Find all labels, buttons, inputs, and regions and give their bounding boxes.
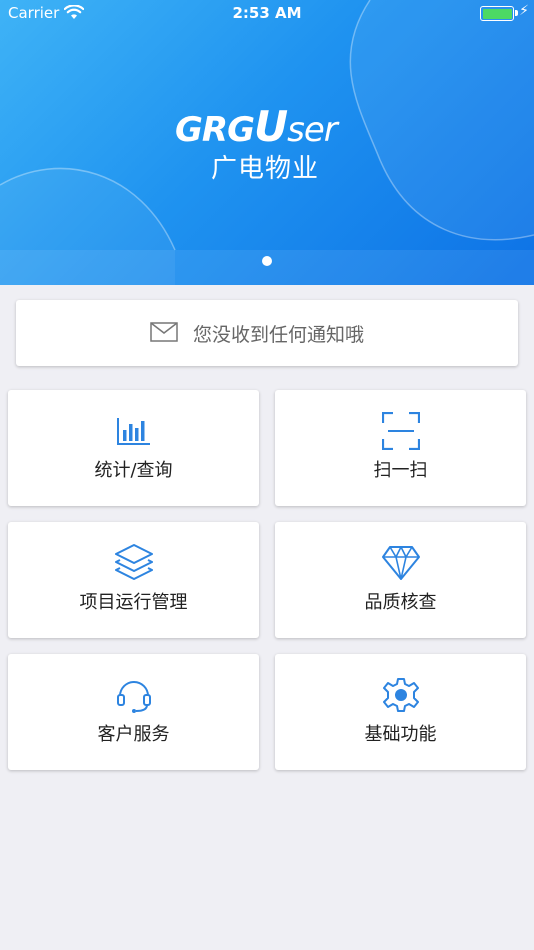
menu-item-statistics[interactable]: 统计/查询 [8,390,259,506]
mail-icon [150,322,178,346]
scan-icon [275,410,526,452]
logo-wordmark: GRGUser [175,102,338,151]
status-bar: Carrier 2:53 AM ⚡ [0,0,534,26]
menu-item-quality-check[interactable]: 品质核查 [275,522,526,638]
menu-item-label: 统计/查询 [94,460,173,481]
page-indicator-dot[interactable] [262,256,272,266]
layers-icon [8,542,259,584]
menu-item-label: 基础功能 [364,724,437,745]
menu-item-basic-functions[interactable]: 基础功能 [275,654,526,770]
menu-item-scan[interactable]: 扫一扫 [275,390,526,506]
notification-text: 您没收到任何通知哦 [193,324,365,346]
menu-item-label: 项目运行管理 [79,592,188,613]
menu-item-project-management[interactable]: 项目运行管理 [8,522,259,638]
menu-item-customer-service[interactable]: 客户服务 [8,654,259,770]
grg-user-logo: GRGUser 广电物业 [175,102,365,184]
company-name: 广电物业 [211,154,320,184]
menu-item-label: 客户服务 [97,724,170,745]
notification-banner[interactable]: 您没收到任何通知哦 [16,300,518,366]
gear-icon [275,674,526,716]
charging-icon: ⚡ [519,3,529,19]
menu-item-label: 品质核查 [364,592,437,613]
banner-carousel[interactable]: GRGUser 广电物业 [0,0,534,285]
diamond-icon [275,542,526,584]
menu-item-label: 扫一扫 [373,460,428,481]
battery-icon [480,6,518,21]
clock: 2:53 AM [232,4,302,22]
headset-icon [8,674,259,716]
bar-chart-icon [8,410,259,452]
